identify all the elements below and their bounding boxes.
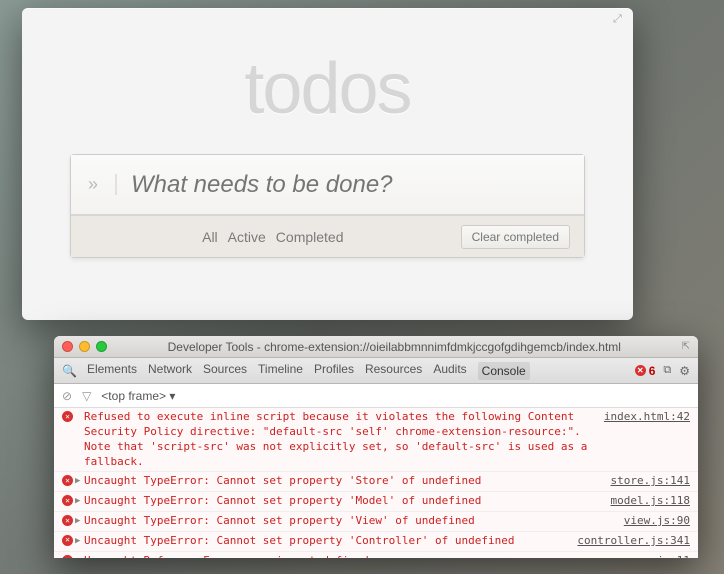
todo-input-row: » xyxy=(71,155,584,215)
error-icon: ✕ xyxy=(62,535,73,546)
disclosure-triangle-icon[interactable]: ▶ xyxy=(75,475,80,487)
console-subbar: ⊘ ▽ <top frame> ▾ xyxy=(54,384,698,408)
tab-elements[interactable]: Elements xyxy=(87,362,137,380)
error-source-link[interactable]: store.js:141 xyxy=(601,474,690,489)
console-error-row[interactable]: ✕▶ Uncaught TypeError: Cannot set propert… xyxy=(54,472,698,492)
error-source-link[interactable]: index.html:42 xyxy=(594,410,690,469)
todo-container: » All Active Completed Clear completed xyxy=(70,154,585,258)
app-window: ⤢ todos » All Active Completed Clear com… xyxy=(22,8,633,320)
devtools-tabs: Elements Network Sources Timeline Profil… xyxy=(87,362,635,380)
error-icon: ✕ xyxy=(62,475,73,486)
error-icon: ✕ xyxy=(62,411,73,422)
app-content: todos » All Active Completed Clear compl… xyxy=(22,48,633,258)
error-source-link[interactable]: view.js:90 xyxy=(614,514,690,529)
tab-profiles[interactable]: Profiles xyxy=(314,362,354,380)
console-error-row[interactable]: ✕▶ Uncaught TypeError: Cannot set propert… xyxy=(54,512,698,532)
error-message: Refused to execute inline script because… xyxy=(84,410,594,469)
clear-console-icon[interactable]: ⊘ xyxy=(62,389,72,403)
devtools-toolbar: 🔍 Elements Network Sources Timeline Prof… xyxy=(54,358,698,384)
error-icon: ✕ xyxy=(62,495,73,506)
filter-all[interactable]: All xyxy=(202,229,218,245)
tab-sources[interactable]: Sources xyxy=(203,362,247,380)
traffic-lights xyxy=(62,341,107,352)
console-error-row[interactable]: ✕▶ Uncaught ReferenceError: app is not de… xyxy=(54,552,698,558)
app-titlebar[interactable]: ⤢ xyxy=(22,8,633,30)
tab-audits[interactable]: Audits xyxy=(433,362,466,380)
new-todo-input[interactable] xyxy=(117,155,584,214)
error-icon: ✕ xyxy=(62,515,73,526)
tab-resources[interactable]: Resources xyxy=(365,362,422,380)
disclosure-triangle-icon[interactable]: ▶ xyxy=(75,535,80,547)
error-count-value: 6 xyxy=(649,364,656,378)
filter-icon[interactable]: ▽ xyxy=(82,389,91,403)
error-source-link[interactable]: app.js:11 xyxy=(620,554,690,558)
filter-completed[interactable]: Completed xyxy=(276,229,344,245)
error-icon: ✕ xyxy=(635,365,646,376)
error-message: Uncaught TypeError: Cannot set property … xyxy=(84,534,567,549)
clear-completed-button[interactable]: Clear completed xyxy=(461,225,570,249)
disclosure-triangle-icon[interactable]: ▶ xyxy=(75,495,80,507)
filter-active[interactable]: Active xyxy=(228,229,266,245)
devtools-title: Developer Tools - chrome-extension://oie… xyxy=(107,340,682,354)
error-message: Uncaught TypeError: Cannot set property … xyxy=(84,474,601,489)
tab-console[interactable]: Console xyxy=(478,362,530,380)
todo-footer: All Active Completed Clear completed xyxy=(71,215,584,257)
filter-list: All Active Completed xyxy=(85,229,461,245)
tab-timeline[interactable]: Timeline xyxy=(258,362,303,380)
drawer-icon[interactable]: ⧉ xyxy=(663,364,671,377)
devtools-window: Developer Tools - chrome-extension://oie… xyxy=(54,336,698,558)
console-error-row[interactable]: ✕▶ Uncaught TypeError: Cannot set propert… xyxy=(54,532,698,552)
error-message: Uncaught TypeError: Cannot set property … xyxy=(84,514,614,529)
close-icon[interactable] xyxy=(62,341,73,352)
error-message: Uncaught ReferenceError: app is not defi… xyxy=(84,554,620,558)
error-count-badge[interactable]: ✕ 6 xyxy=(635,364,656,378)
expand-icon[interactable]: ⤢ xyxy=(613,13,625,25)
error-icon: ✕ xyxy=(62,555,73,558)
console-error-row[interactable]: ✕ Refused to execute inline script becaus… xyxy=(54,408,698,472)
zoom-icon[interactable] xyxy=(96,341,107,352)
devtools-titlebar[interactable]: Developer Tools - chrome-extension://oie… xyxy=(54,336,698,358)
console-output: ✕ Refused to execute inline script becaus… xyxy=(54,408,698,558)
toolbar-right: ✕ 6 ⧉ ⚙ xyxy=(635,364,690,378)
expand-icon[interactable]: ⇱ xyxy=(682,341,690,352)
toggle-all-icon[interactable]: » xyxy=(71,174,117,195)
gear-icon[interactable]: ⚙ xyxy=(679,364,690,378)
minimize-icon[interactable] xyxy=(79,341,90,352)
error-message: Uncaught TypeError: Cannot set property … xyxy=(84,494,601,509)
app-heading: todos xyxy=(70,48,585,130)
tab-network[interactable]: Network xyxy=(148,362,192,380)
search-icon[interactable]: 🔍 xyxy=(62,364,77,378)
disclosure-triangle-icon[interactable]: ▶ xyxy=(75,555,80,558)
disclosure-triangle-icon[interactable]: ▶ xyxy=(75,515,80,527)
error-source-link[interactable]: controller.js:341 xyxy=(567,534,690,549)
frame-select[interactable]: <top frame> ▾ xyxy=(101,389,175,403)
console-error-row[interactable]: ✕▶ Uncaught TypeError: Cannot set propert… xyxy=(54,492,698,512)
error-source-link[interactable]: model.js:118 xyxy=(601,494,690,509)
